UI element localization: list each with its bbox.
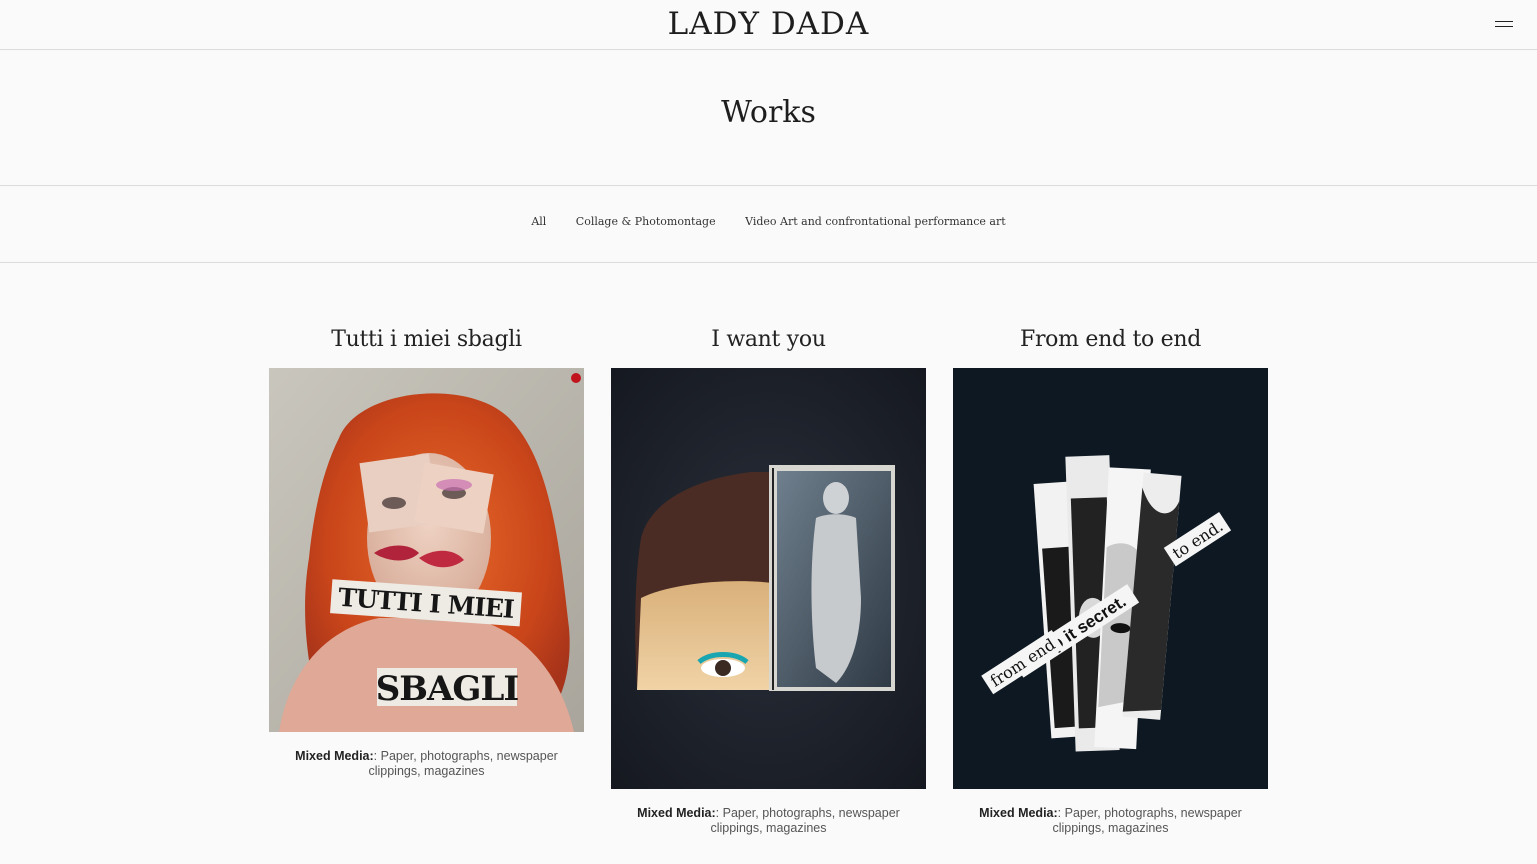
- work-image[interactable]: [611, 368, 926, 789]
- caption-label: Mixed Media:: [979, 806, 1058, 820]
- menu-line-top: [1495, 21, 1513, 22]
- work-caption: Mixed Media:: Paper, photographs, newspa…: [631, 806, 906, 836]
- work-title[interactable]: Tutti i miei sbagli: [229, 327, 624, 352]
- collage-artwork-3: Keep it secret. from end to end.: [953, 368, 1268, 789]
- page-title-section: Works: [0, 50, 1537, 186]
- collage-artwork-1: TUTTI I MIEI SBAGLI: [269, 368, 584, 732]
- caption-text: : Paper, photographs, newspaper clipping…: [368, 749, 558, 778]
- filter-video-art[interactable]: Video Art and confrontational performanc…: [745, 215, 1006, 228]
- work-title[interactable]: From end to end: [913, 327, 1308, 352]
- work-title[interactable]: I want you: [571, 327, 966, 352]
- category-filter-bar: All Collage & Photomontage Video Art and…: [0, 186, 1537, 263]
- site-header: LADY DADA: [0, 0, 1537, 50]
- filter-all[interactable]: All: [531, 215, 546, 228]
- filter-list: All Collage & Photomontage Video Art and…: [0, 215, 1537, 228]
- page-title: Works: [721, 95, 816, 130]
- menu-line-bottom: [1495, 26, 1513, 27]
- caption-text: : Paper, photographs, newspaper clipping…: [1052, 806, 1242, 835]
- collage-artwork-2: [611, 368, 926, 789]
- filter-collage-photomontage[interactable]: Collage & Photomontage: [576, 215, 716, 228]
- site-logo[interactable]: LADY DADA: [0, 6, 1537, 42]
- pin-icon: [571, 373, 581, 383]
- caption-text: : Paper, photographs, newspaper clipping…: [710, 806, 900, 835]
- work-image[interactable]: TUTTI I MIEI SBAGLI: [269, 368, 584, 732]
- caption-label: Mixed Media:: [637, 806, 716, 820]
- work-image[interactable]: Keep it secret. from end to end.: [953, 368, 1268, 789]
- work-caption: Mixed Media:: Paper, photographs, newspa…: [289, 749, 564, 779]
- overlay-text: SBAGLI: [376, 669, 519, 709]
- hamburger-menu-icon[interactable]: [1495, 18, 1515, 30]
- caption-label: Mixed Media:: [295, 749, 374, 763]
- work-caption: Mixed Media:: Paper, photographs, newspa…: [973, 806, 1248, 836]
